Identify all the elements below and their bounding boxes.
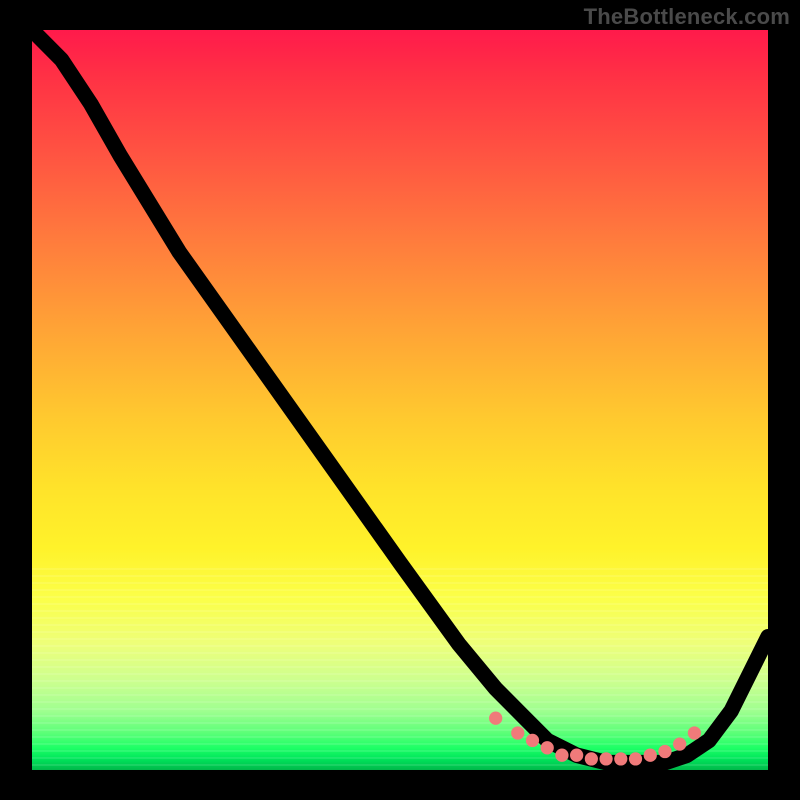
dot (585, 752, 598, 765)
watermark-text: TheBottleneck.com (584, 4, 790, 30)
dot (570, 749, 583, 762)
flat-region-dots (489, 712, 701, 766)
dot (614, 752, 627, 765)
curve-svg (32, 30, 768, 770)
dot (688, 726, 701, 739)
dot (489, 712, 502, 725)
bottom-stripes (32, 563, 768, 770)
chart-frame: TheBottleneck.com (0, 0, 800, 800)
dot (629, 752, 642, 765)
dot (511, 726, 524, 739)
dot (644, 749, 657, 762)
bottleneck-curve (32, 30, 768, 763)
dot (658, 745, 671, 758)
dot (673, 737, 686, 750)
plot-area (32, 30, 768, 770)
dot (541, 741, 554, 754)
dot (555, 749, 568, 762)
dot (526, 734, 539, 747)
dot (599, 752, 612, 765)
